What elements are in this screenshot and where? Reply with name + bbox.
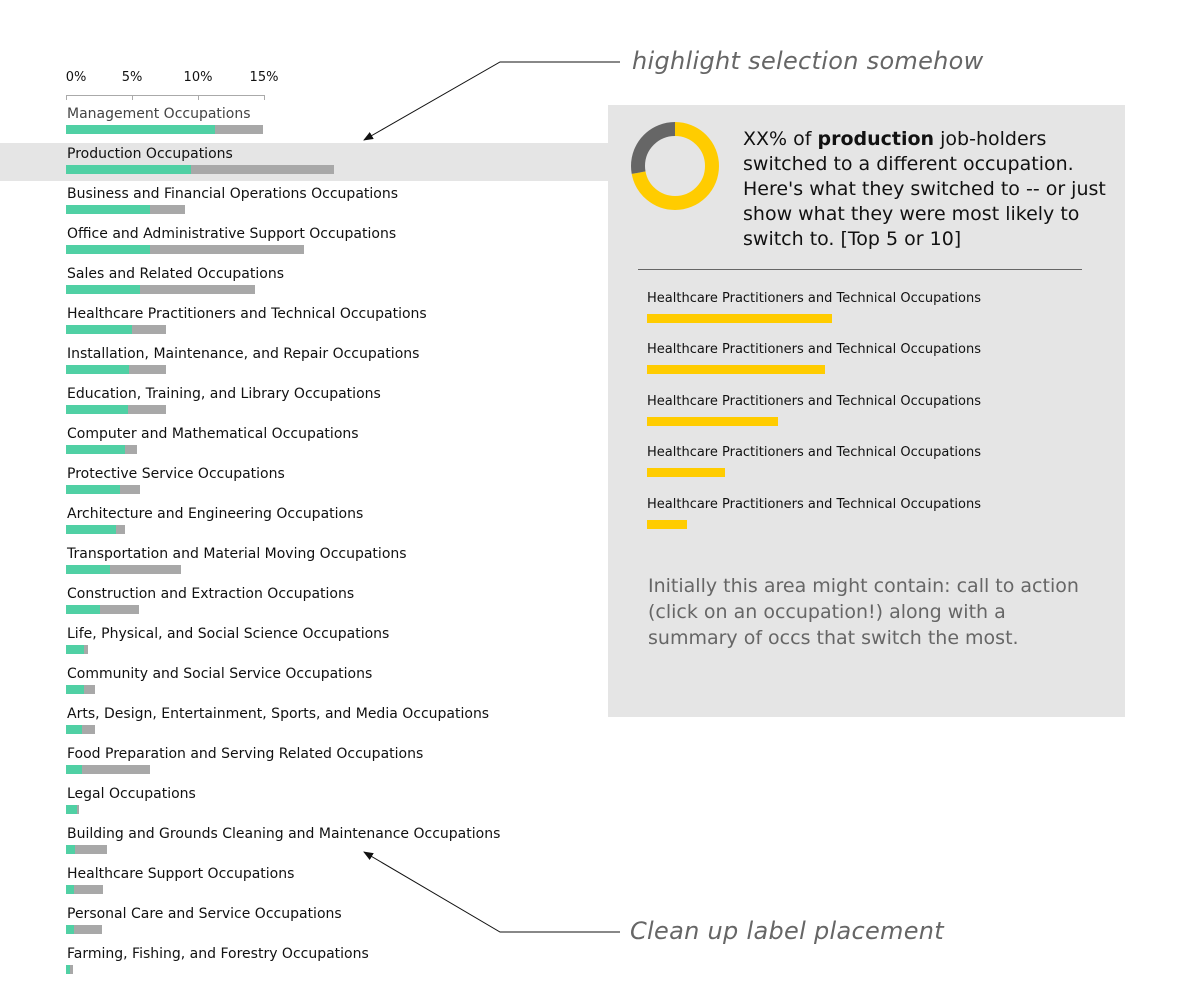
- switch-destination-label: Healthcare Practitioners and Technical O…: [647, 342, 981, 357]
- switch-destination-label: Healthcare Practitioners and Technical O…: [647, 394, 981, 409]
- switch-destination-bar: [647, 365, 825, 374]
- summary-occupation: production: [817, 128, 935, 150]
- switch-destination-label: Healthcare Practitioners and Technical O…: [647, 291, 981, 306]
- summary-text: XX% of production job-holders switched t…: [743, 127, 1113, 252]
- summary-prefix: XX% of: [743, 128, 818, 150]
- panel-note: Initially this area might contain: call …: [648, 575, 1079, 649]
- switch-destination-bar: [647, 417, 778, 426]
- annotation-label-placement: Clean up label placement: [630, 917, 945, 945]
- annotation-highlight-selection: highlight selection somehow: [632, 47, 984, 75]
- switch-destination-bar: [647, 314, 832, 323]
- switch-destination-label: Healthcare Practitioners and Technical O…: [647, 445, 981, 460]
- arrow-to-selection: [363, 61, 620, 141]
- switch-destination-bar: [647, 468, 725, 477]
- switch-destination-label: Healthcare Practitioners and Technical O…: [647, 497, 981, 512]
- arrow-to-labels: [363, 851, 620, 933]
- panel-divider: [638, 269, 1082, 270]
- switch-share-donut: [631, 122, 719, 210]
- detail-panel: XX% of production job-holders switched t…: [608, 105, 1125, 717]
- switch-destination-bar: [647, 520, 687, 529]
